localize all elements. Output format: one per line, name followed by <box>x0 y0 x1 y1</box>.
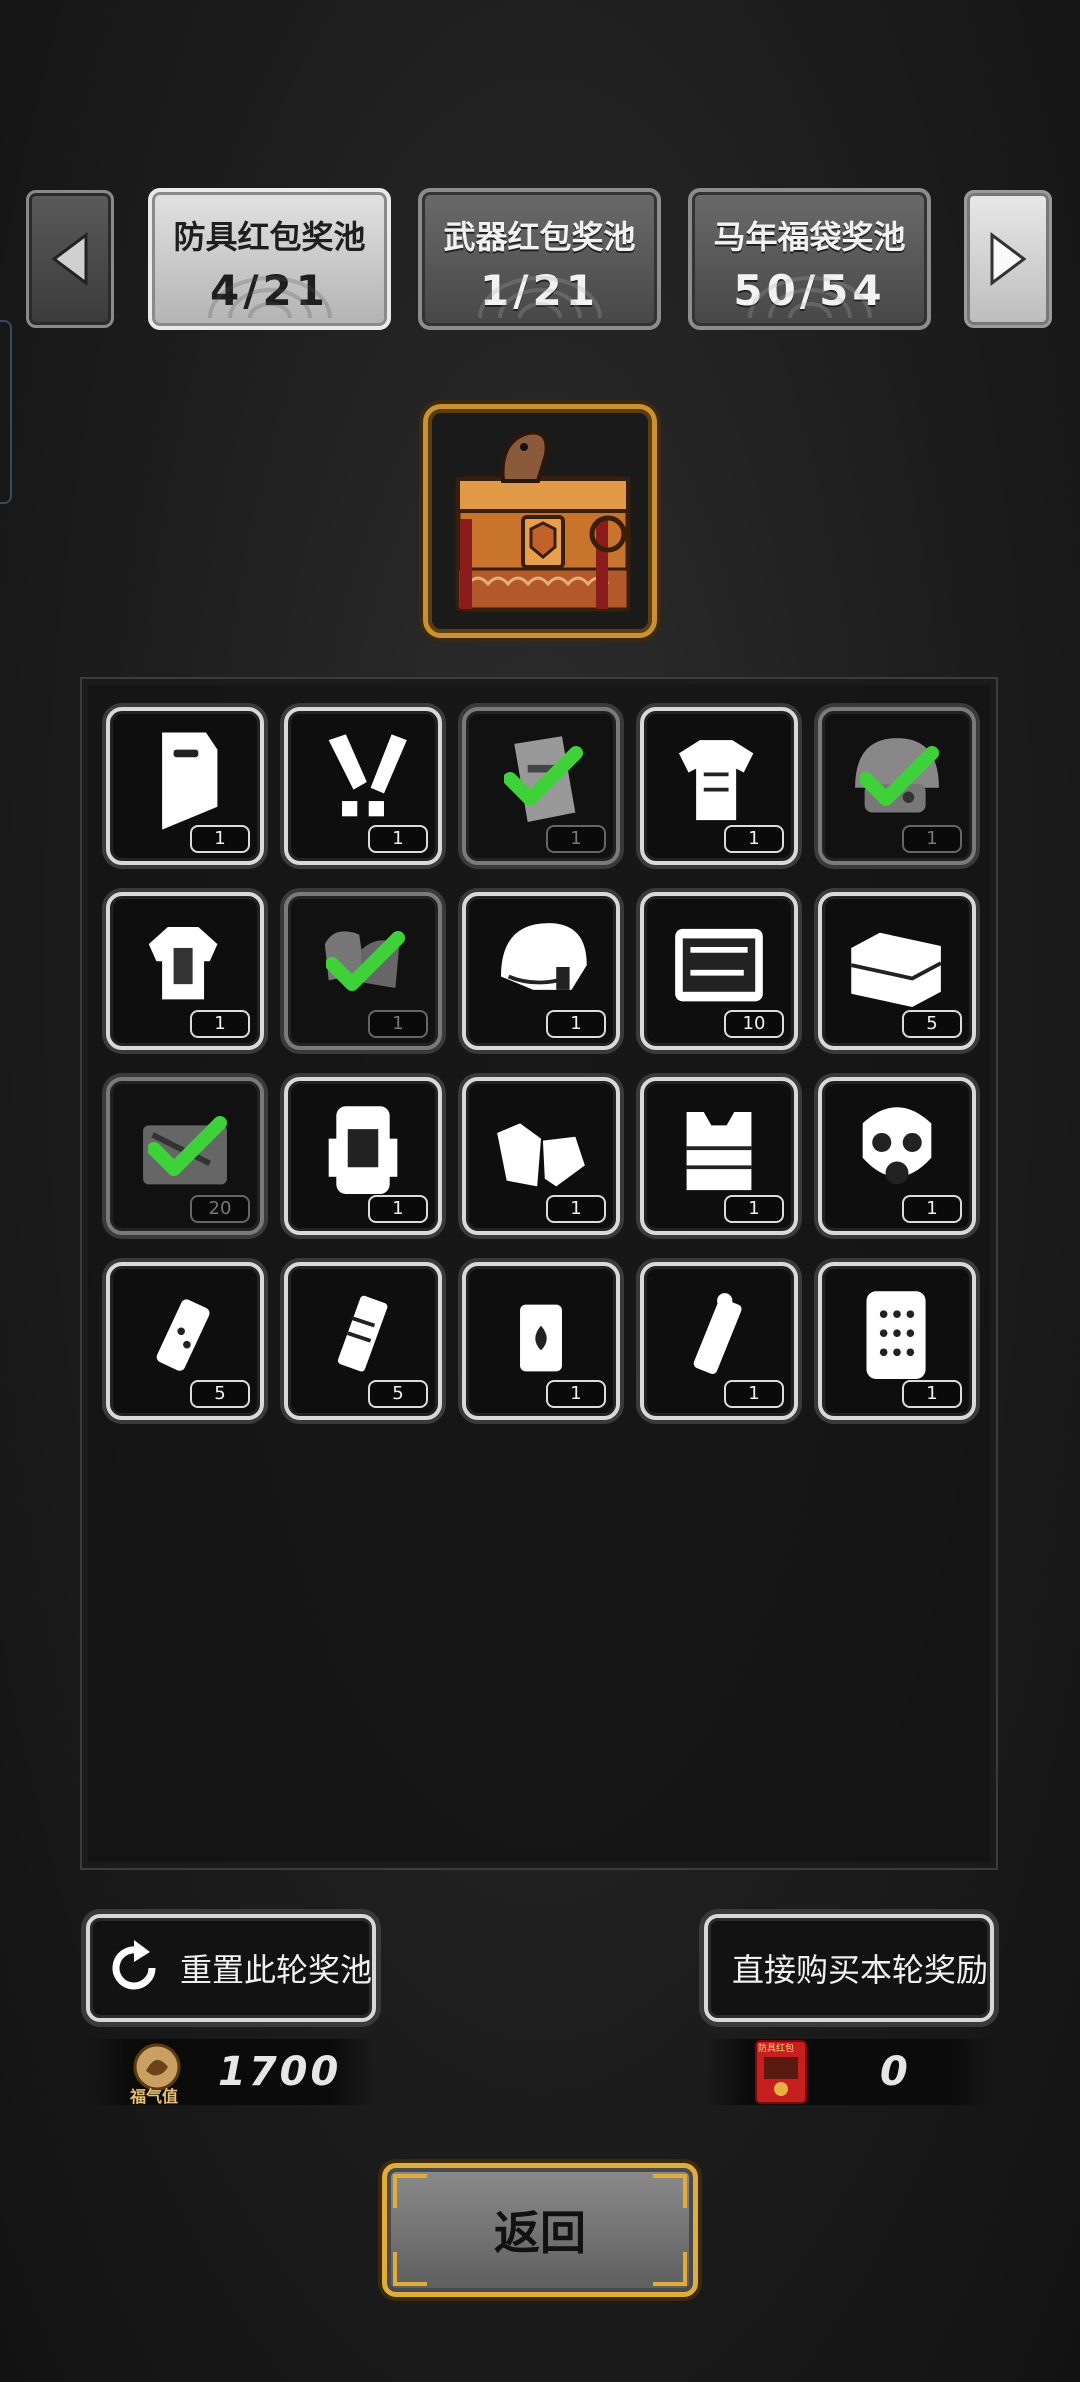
tab-label: 武器红包奖池 <box>443 218 636 256</box>
side-drawer-tab[interactable] <box>0 320 12 504</box>
item-quantity: 1 <box>902 1380 962 1408</box>
item-quantity: 1 <box>546 1195 606 1223</box>
reward-slot[interactable]: 1 <box>818 707 976 865</box>
item-quantity: 10 <box>724 1010 784 1038</box>
item-quantity: 20 <box>190 1195 250 1223</box>
reset-pool-button[interactable]: 重置此轮奖池 <box>86 1914 376 2022</box>
check-icon <box>504 746 583 806</box>
reward-slot[interactable]: 1 <box>462 1262 620 1420</box>
reward-chest <box>423 404 657 638</box>
tab-label: 马年福袋奖池 <box>713 218 906 256</box>
reset-pool-label: 重置此轮奖池 <box>180 1951 373 1989</box>
back-button[interactable]: 返回 <box>382 2163 698 2297</box>
reward-slot[interactable]: 1 <box>818 1077 976 1235</box>
reward-slot[interactable]: 1 <box>818 1262 976 1420</box>
reward-slot[interactable]: 1 <box>640 707 798 865</box>
item-quantity: 1 <box>546 1380 606 1408</box>
reward-slot[interactable]: 1 <box>106 892 264 1050</box>
next-pool-button[interactable] <box>964 190 1052 328</box>
reward-slot[interactable]: 5 <box>818 892 976 1050</box>
check-icon <box>148 1116 227 1176</box>
item-quantity: 1 <box>190 825 250 853</box>
tab-armor-pool[interactable]: 防具红包奖池 4/21 <box>148 188 391 330</box>
reward-slot[interactable]: 1 <box>462 707 620 865</box>
reward-slot[interactable]: 5 <box>106 1262 264 1420</box>
tab-weapon-pool[interactable]: 武器红包奖池 1/21 <box>418 188 661 330</box>
reward-slot[interactable]: 1 <box>284 1077 442 1235</box>
tab-horse-year-pool[interactable]: 马年福袋奖池 50/54 <box>688 188 931 330</box>
item-quantity: 1 <box>368 825 428 853</box>
reward-slot[interactable]: 1 <box>462 892 620 1050</box>
prev-pool-button[interactable] <box>26 190 114 328</box>
item-quantity: 1 <box>546 825 606 853</box>
chevron-left-icon <box>51 232 88 286</box>
fortune-value-bar: 福气值 1700 <box>86 2039 376 2106</box>
item-quantity: 5 <box>902 1010 962 1038</box>
redpacket-value: 0 <box>880 2049 911 2095</box>
reward-slot[interactable]: 1 <box>640 1077 798 1235</box>
reward-slot[interactable]: 5 <box>284 1262 442 1420</box>
chevron-right-icon <box>990 232 1027 286</box>
fortune-label: 福气值 <box>130 2087 179 2106</box>
item-quantity: 1 <box>368 1010 428 1038</box>
back-label: 返回 <box>494 2206 586 2260</box>
check-icon <box>860 746 939 806</box>
reward-slot[interactable]: 1 <box>284 707 442 865</box>
redpacket-label: 防具红包 <box>758 2044 795 2054</box>
reward-slot[interactable]: 1 <box>106 707 264 865</box>
item-quantity: 1 <box>902 1195 962 1223</box>
buy-round-rewards-button[interactable]: 直接购买本轮奖励 <box>704 1914 994 2022</box>
item-quantity: 5 <box>190 1380 250 1408</box>
buy-round-label: 直接购买本轮奖励 <box>732 1951 989 1989</box>
refresh-icon <box>112 1940 156 1990</box>
item-quantity: 1 <box>368 1195 428 1223</box>
item-quantity: 5 <box>368 1380 428 1408</box>
reward-slot[interactable]: 1 <box>462 1077 620 1235</box>
tab-label: 防具红包奖池 <box>173 218 366 256</box>
redpacket-count-bar: 防具红包 0 <box>704 2039 994 2105</box>
fortune-value: 1700 <box>218 2049 342 2095</box>
reward-slot[interactable]: 1 <box>284 892 442 1050</box>
item-quantity: 1 <box>902 825 962 853</box>
item-quantity: 1 <box>724 1195 784 1223</box>
item-quantity: 1 <box>724 1380 784 1408</box>
check-icon <box>326 931 405 991</box>
reward-slot[interactable]: 10 <box>640 892 798 1050</box>
item-quantity: 1 <box>546 1010 606 1038</box>
reward-slot[interactable]: 1 <box>640 1262 798 1420</box>
item-quantity: 1 <box>724 825 784 853</box>
item-quantity: 1 <box>190 1010 250 1038</box>
horse-chest-icon <box>455 430 631 612</box>
reward-slot[interactable]: 20 <box>106 1077 264 1235</box>
